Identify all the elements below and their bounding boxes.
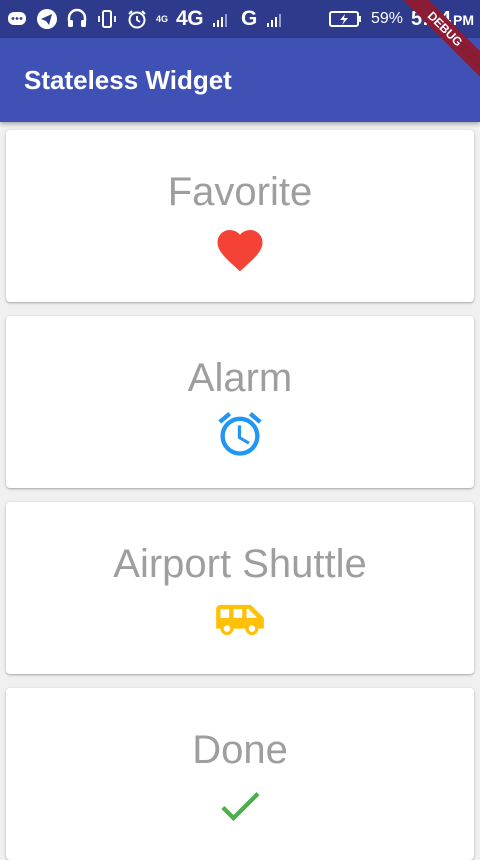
battery-charging-icon [328,8,363,30]
telegram-icon [36,8,58,30]
card-airport-shuttle[interactable]: Airport Shuttle [6,502,474,674]
check-icon [212,778,268,834]
card-label: Alarm [187,356,293,400]
airport-shuttle-icon [212,592,268,648]
network-type-label: 4G [176,7,204,30]
card-done[interactable]: Done [6,688,474,860]
app-bar: Stateless Widget [0,38,480,122]
heart-icon [212,220,268,276]
headset-icon [66,8,88,30]
status-bar: 4G 4G G 59% 5:44 PM [0,0,480,38]
battery-percent: 59% [370,10,403,27]
page-title: Stateless Widget [24,64,232,95]
card-label: Done [192,728,288,772]
card-favorite[interactable]: Favorite [6,130,474,302]
alarm-icon [212,406,268,462]
alarm-clock-status-icon [126,8,148,30]
vibrate-icon [96,8,118,30]
signal-icon [211,8,233,30]
card-label: Favorite [167,170,313,214]
card-label: Airport Shuttle [113,542,367,586]
clock: 5:44 PM [411,8,474,31]
clock-ampm: PM [453,11,474,28]
network-g-label: G [241,7,257,30]
signal-icon-2 [265,8,287,30]
clock-time: 5:44 [410,7,451,30]
card-alarm[interactable]: Alarm [6,316,474,488]
message-icon [6,8,28,30]
network-small-label: 4G [156,14,169,24]
